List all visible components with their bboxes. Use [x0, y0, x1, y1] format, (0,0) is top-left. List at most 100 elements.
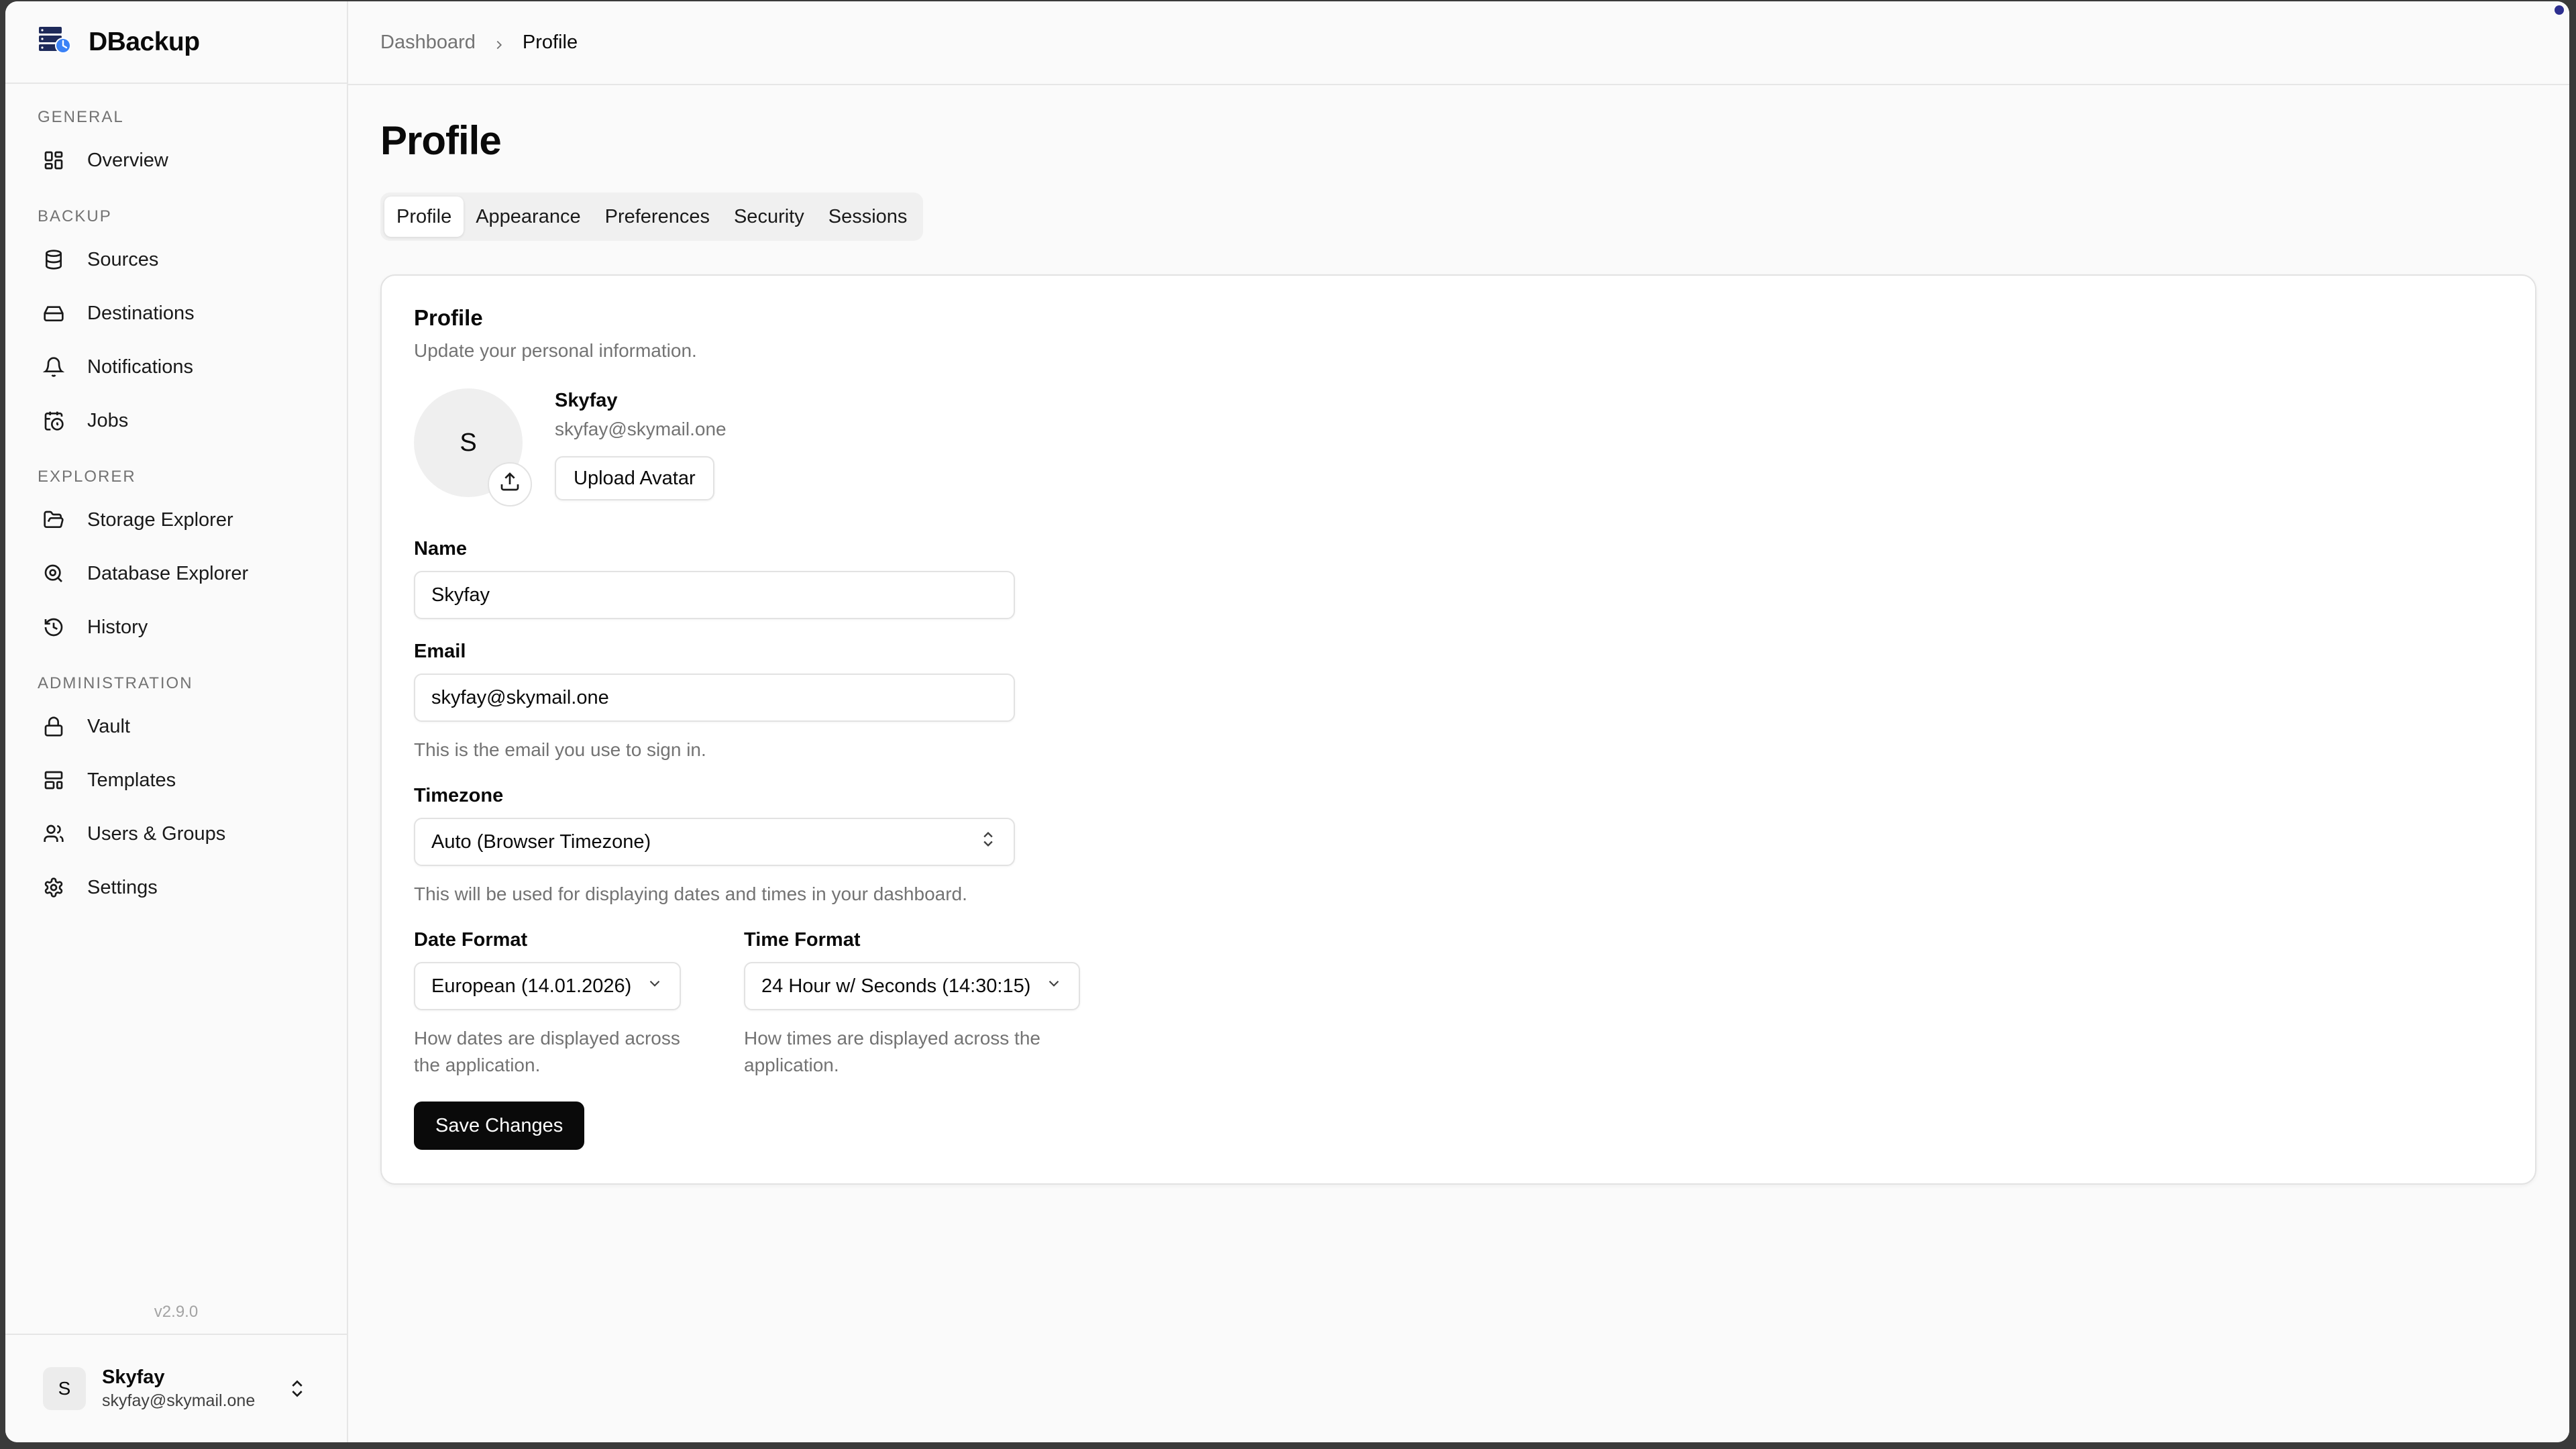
- sidebar-item-jobs[interactable]: Jobs: [21, 394, 331, 447]
- timezone-select[interactable]: Auto (Browser Timezone): [414, 818, 1015, 866]
- time-format-label: Time Format: [744, 929, 861, 951]
- upload-avatar-button[interactable]: Upload Avatar: [555, 456, 714, 500]
- tab-preferences[interactable]: Preferences: [593, 197, 722, 237]
- name-field[interactable]: Skyfay: [414, 571, 1015, 619]
- avatar: S: [414, 388, 532, 506]
- app-name: DBackup: [89, 27, 200, 56]
- chevron-right-icon: [492, 36, 506, 50]
- time-format-help-text: How times are displayed across the appli…: [744, 1028, 1040, 1075]
- sidebar-nav: GENERAL Overview BACKUP Sources Destinat…: [5, 84, 347, 914]
- user-name: Skyfay: [102, 1366, 165, 1388]
- tab-security[interactable]: Security: [722, 197, 816, 237]
- tab-appearance[interactable]: Appearance: [464, 197, 592, 237]
- sidebar-item-label: Database Explorer: [87, 562, 249, 584]
- window-indicator: [2555, 5, 2564, 15]
- breadcrumb: Dashboard Profile: [348, 1, 2569, 85]
- app-logo-icon: [38, 25, 72, 58]
- card-description: Update your personal information.: [414, 340, 697, 361]
- timezone-field-group: Timezone Auto (Browser Timezone) This wi…: [414, 785, 2503, 908]
- database-icon: [43, 249, 64, 270]
- users-icon: [43, 823, 64, 845]
- sidebar-item-label: History: [87, 616, 148, 638]
- gear-icon: [43, 877, 64, 898]
- sidebar-item-vault[interactable]: Vault: [21, 700, 331, 753]
- sidebar-item-sources[interactable]: Sources: [21, 233, 331, 286]
- avatar-section: S Skyfay skyfay@skymail.one Upload Avata…: [414, 388, 2503, 506]
- grid-icon: [43, 150, 64, 171]
- profile-card: Profile Update your personal information…: [380, 274, 2536, 1185]
- tab-profile[interactable]: Profile: [384, 197, 464, 237]
- avatar-info: Skyfay skyfay@skymail.one Upload Avatar: [555, 388, 727, 500]
- sidebar-item-label: Notifications: [87, 356, 193, 378]
- timezone-label: Timezone: [414, 785, 504, 806]
- sidebar-item-destinations[interactable]: Destinations: [21, 286, 331, 340]
- bell-icon: [43, 356, 64, 378]
- history-icon: [43, 616, 64, 638]
- avatar-initial: S: [460, 428, 477, 457]
- folder-open-icon: [43, 509, 64, 531]
- nav-group-explorer: EXPLORER: [38, 468, 136, 486]
- sidebar-item-label: Vault: [87, 715, 130, 737]
- date-format-help-text: How dates are displayed across the appli…: [414, 1028, 680, 1075]
- time-format-value: 24 Hour w/ Seconds (14:30:15): [761, 975, 1031, 997]
- sidebar-item-label: Destinations: [87, 302, 195, 324]
- sidebar-item-notifications[interactable]: Notifications: [21, 340, 331, 394]
- brand[interactable]: DBackup: [5, 1, 347, 84]
- sidebar-item-database-explorer[interactable]: Database Explorer: [21, 547, 331, 600]
- name-label: Name: [414, 538, 467, 559]
- timezone-value: Auto (Browser Timezone): [431, 830, 651, 853]
- sidebar-item-overview[interactable]: Overview: [21, 133, 331, 187]
- sidebar-item-users-groups[interactable]: Users & Groups: [21, 807, 331, 861]
- date-format-label: Date Format: [414, 929, 528, 951]
- date-format-select[interactable]: European (14.01.2026): [414, 962, 682, 1010]
- avatar: S: [43, 1367, 86, 1410]
- chevron-down-icon: [646, 975, 663, 998]
- profile-display-email: skyfay@skymail.one: [555, 419, 727, 439]
- date-format-group: Date Format European (14.01.2026) How da…: [414, 929, 696, 1079]
- main-content: Dashboard Profile Profile Profile Appear…: [348, 1, 2569, 1442]
- hard-drive-icon: [43, 303, 64, 324]
- name-field-group: Name Skyfay: [414, 538, 2503, 619]
- email-value: skyfay@skymail.one: [431, 686, 609, 708]
- nav-group-administration: ADMINISTRATION: [38, 674, 193, 692]
- user-email: skyfay@skymail.one: [102, 1391, 256, 1410]
- layout-template-icon: [43, 769, 64, 791]
- sidebar-item-label: Users & Groups: [87, 822, 226, 845]
- profile-display-name: Skyfay: [555, 390, 618, 411]
- name-value: Skyfay: [431, 584, 490, 606]
- format-row: Date Format European (14.01.2026) How da…: [414, 929, 2503, 1079]
- email-field[interactable]: skyfay@skymail.one: [414, 674, 1015, 722]
- save-button[interactable]: Save Changes: [414, 1102, 585, 1150]
- tab-sessions[interactable]: Sessions: [816, 197, 920, 237]
- sidebar-item-label: Overview: [87, 149, 168, 171]
- sidebar-item-label: Templates: [87, 769, 176, 791]
- sidebar-item-label: Storage Explorer: [87, 508, 233, 531]
- sidebar-item-label: Sources: [87, 248, 159, 270]
- email-field-group: Email skyfay@skymail.one This is the ema…: [414, 641, 2503, 763]
- sidebar-item-label: Settings: [87, 876, 158, 898]
- time-format-group: Time Format 24 Hour w/ Seconds (14:30:15…: [744, 929, 1093, 1079]
- sidebar-item-label: Jobs: [87, 409, 129, 431]
- chevrons-up-down-icon: [979, 830, 998, 854]
- sidebar-item-storage-explorer[interactable]: Storage Explorer: [21, 493, 331, 547]
- app-window: DBackup GENERAL Overview BACKUP Sources: [5, 1, 2569, 1442]
- breadcrumb-dashboard[interactable]: Dashboard: [380, 32, 476, 54]
- chevron-down-icon: [1045, 975, 1063, 998]
- page-title: Profile: [380, 118, 502, 163]
- sidebar-item-templates[interactable]: Templates: [21, 753, 331, 807]
- avatar-upload-button[interactable]: [488, 462, 532, 506]
- nav-group-general: GENERAL: [38, 108, 124, 126]
- search-zoom-icon: [43, 563, 64, 584]
- upload-icon: [499, 470, 521, 499]
- time-format-select[interactable]: 24 Hour w/ Seconds (14:30:15): [744, 962, 1081, 1010]
- chevrons-up-down-icon: [286, 1378, 308, 1399]
- lock-icon: [43, 716, 64, 737]
- sidebar: DBackup GENERAL Overview BACKUP Sources: [5, 1, 348, 1442]
- email-label: Email: [414, 641, 466, 662]
- user-menu[interactable]: S Skyfay skyfay@skymail.one: [5, 1334, 347, 1442]
- calendar-clock-icon: [43, 410, 64, 431]
- user-info: Skyfay skyfay@skymail.one: [102, 1366, 255, 1411]
- sidebar-item-history[interactable]: History: [21, 600, 331, 654]
- page-body: Profile Profile Appearance Preferences S…: [348, 85, 2569, 1185]
- sidebar-item-settings[interactable]: Settings: [21, 861, 331, 914]
